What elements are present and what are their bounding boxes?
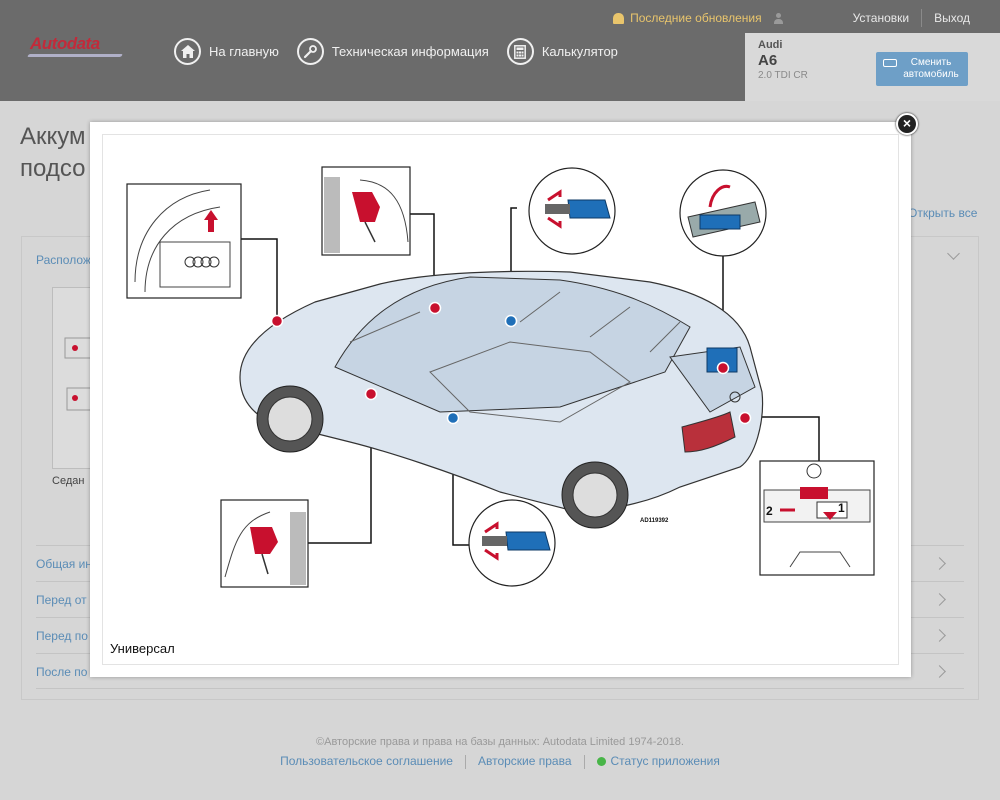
wrench-icon — [296, 38, 324, 65]
chevron-right-icon — [933, 629, 946, 642]
latest-updates-link[interactable]: Последние обновления — [613, 11, 762, 25]
chevron-right-icon — [933, 665, 946, 678]
status-dot-icon — [596, 757, 606, 766]
callout-label-2: 2 — [766, 504, 773, 518]
vehicle-make: Audi — [758, 39, 783, 51]
marker-red — [738, 411, 752, 425]
car-body: AD119392 — [239, 270, 764, 529]
footer-terms-link[interactable]: Пользовательское соглашение — [280, 754, 453, 769]
footer-divider — [464, 755, 466, 769]
accordion-before-connect-label: Перед по — [36, 629, 88, 643]
accordion-general-label: Общая ин — [36, 557, 92, 571]
vehicle-card: Audi A6 2.0 TDI CR Сменить автомобиль — [745, 33, 1000, 101]
vehicle-engine: 2.0 TDI CR — [758, 70, 808, 81]
marker-blue — [446, 411, 460, 425]
nav-calculator[interactable]: Калькулятор — [506, 38, 618, 65]
main-nav: На главную Техническая информация Кальку… — [174, 38, 636, 65]
change-vehicle-button[interactable]: Сменить автомобиль — [876, 52, 968, 86]
latest-updates-label: Последние обновления — [630, 11, 762, 25]
accordion-location[interactable]: Располож — [36, 253, 91, 267]
marker-red — [428, 301, 442, 315]
footer-status-label: Статус приложения — [610, 754, 720, 768]
accordion-before-disconnect-label: Перед от — [36, 593, 87, 607]
logout-link[interactable]: Выход — [934, 11, 970, 25]
footer-copyright-link[interactable]: Авторские права — [478, 754, 572, 769]
nav-calculator-label: Калькулятор — [541, 44, 618, 59]
detail-lock: 2 1 — [759, 460, 875, 576]
logo-swoosh — [27, 54, 123, 57]
car-icon — [883, 59, 897, 67]
topbar-divider — [921, 9, 923, 27]
nav-home[interactable]: На главную — [174, 38, 279, 65]
settings-link[interactable]: Установки — [853, 11, 909, 25]
footer-links: Пользовательское соглашение Авторские пр… — [0, 754, 1000, 769]
nav-home-label: На главную — [209, 44, 279, 59]
marker-red — [716, 361, 730, 375]
vehicle-model: A6 — [758, 52, 778, 69]
footer-divider — [583, 755, 585, 769]
calculator-icon — [506, 38, 534, 65]
nav-technical-info[interactable]: Техническая информация — [296, 38, 489, 65]
detail-pedal-lower — [220, 499, 309, 588]
logo-text: Autodata — [30, 34, 100, 53]
footer-copyright: ©Авторские права и права на базы данных:… — [316, 736, 684, 748]
detail-pedal — [321, 166, 411, 256]
chevron-right-icon — [933, 557, 946, 570]
open-all-link[interactable]: Открыть все — [908, 206, 977, 220]
sedan-label: Седан — [52, 475, 85, 487]
close-icon: × — [902, 115, 912, 131]
chevron-right-icon — [933, 593, 946, 606]
callout-label-1: 1 — [838, 501, 845, 515]
marker-red — [270, 314, 284, 328]
footer-status-link[interactable]: Статус приложения — [596, 754, 720, 769]
autodata-logo[interactable]: Autodata — [27, 34, 123, 57]
detail-key-bottom — [468, 499, 556, 587]
detail-boot — [679, 169, 767, 257]
accordion-after-connect-label: После по — [36, 665, 88, 679]
battery-location-diagram: AD119392 2 1 — [126, 166, 875, 588]
marker-red — [364, 387, 378, 401]
detail-grille — [126, 183, 242, 299]
change-vehicle-label: Сменить автомобиль — [903, 57, 959, 80]
image-code: AD119392 — [640, 518, 669, 524]
bell-icon — [613, 12, 625, 24]
marker-blue — [504, 314, 518, 328]
chevron-up-icon[interactable] — [947, 247, 960, 260]
image-modal: AD119392 2 1 Универсал — [90, 122, 911, 677]
close-modal-button[interactable]: × — [896, 113, 918, 135]
user-icon[interactable] — [773, 12, 783, 24]
top-bar: Последние обновления Установки Выход — [613, 9, 970, 27]
modal-caption: Универсал — [110, 641, 175, 656]
header: Autodata На главную Техническая информац… — [0, 0, 1000, 101]
nav-technical-info-label: Техническая информация — [331, 44, 489, 59]
detail-key-top — [528, 167, 616, 255]
home-icon — [174, 38, 201, 65]
